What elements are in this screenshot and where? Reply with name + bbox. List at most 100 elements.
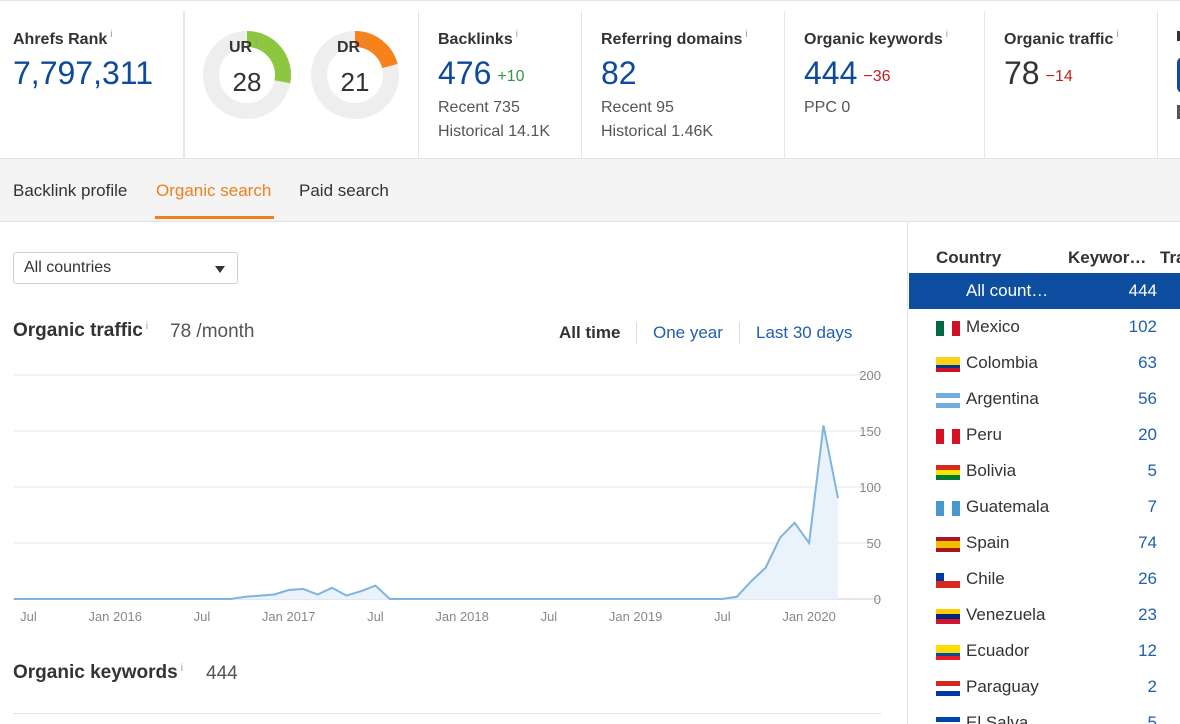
dr-label: DR xyxy=(337,39,361,56)
country-row[interactable]: Venezuela 23 xyxy=(909,597,1180,633)
metric-referring-domains: Referring domains i 82 Recent 95 Historic… xyxy=(582,11,785,159)
y-tick-label: 100 xyxy=(859,480,881,495)
country-name: All count… xyxy=(966,281,1049,300)
info-icon[interactable]: i xyxy=(363,37,365,48)
referring-domains-recent: Recent 95 xyxy=(601,99,674,116)
x-tick-label: Jul xyxy=(194,609,211,624)
country-name: Colombia xyxy=(966,353,1038,372)
country-name: Peru xyxy=(966,425,1002,444)
range-last-30-days[interactable]: Last 30 days xyxy=(756,323,852,343)
range-one-year[interactable]: One year xyxy=(653,323,723,343)
keywords-column-header[interactable]: Keywor… xyxy=(1068,248,1146,268)
traffic-area xyxy=(14,425,838,599)
country-row[interactable]: Chile 26 xyxy=(909,561,1180,597)
backlinks-historical: Historical 14.1K xyxy=(438,123,551,140)
country-row[interactable]: Ecuador 12 xyxy=(909,633,1180,669)
country-column-header[interactable]: Country xyxy=(936,248,1001,268)
ahrefs-rank-value: 7,797,311 xyxy=(13,55,153,91)
metric-organic-keywords: Organic keywords i 444 −36 PPC 0 xyxy=(785,11,985,159)
flag-icon xyxy=(936,681,960,696)
country-name: Venezuela xyxy=(966,605,1046,624)
organic-traffic-per-month: 78 /month xyxy=(170,321,255,342)
referring-domains-value[interactable]: 82 xyxy=(601,55,637,92)
metric-cutoff xyxy=(1158,11,1180,159)
metrics-bar: Ahrefs Rank i 7,797,311 UR i 28 DR i 21 Bac… xyxy=(0,0,1180,159)
x-tick-label: Jul xyxy=(714,609,731,624)
organic-traffic-title: Organic traffic xyxy=(13,320,143,341)
ppc-value: PPC 0 xyxy=(804,99,851,116)
info-icon[interactable]: i xyxy=(946,29,948,40)
divider xyxy=(13,713,881,714)
info-icon[interactable]: i xyxy=(181,663,183,674)
country-name: El Salva… xyxy=(966,713,1046,724)
tab-paid-search[interactable]: Paid search xyxy=(299,181,389,201)
country-keywords-count[interactable]: 26 xyxy=(1138,569,1157,589)
metric-ahrefs-rank: Ahrefs Rank i 7,797,311 xyxy=(13,11,184,159)
country-keywords-count[interactable]: 444 xyxy=(1129,281,1157,301)
country-keywords-count[interactable]: 12 xyxy=(1138,641,1157,661)
info-icon[interactable]: i xyxy=(255,37,257,48)
country-keywords-count[interactable]: 5 xyxy=(1148,461,1157,481)
ur-value: 28 xyxy=(232,67,262,97)
referring-domains-historical: Historical 1.46K xyxy=(601,123,714,140)
range-divider xyxy=(739,322,740,344)
country-keywords-count[interactable]: 56 xyxy=(1138,389,1157,409)
country-row[interactable]: Guatemala 7 xyxy=(909,489,1180,525)
metric-organic-traffic: Organic traffic i 78 −14 xyxy=(985,11,1158,159)
country-row[interactable]: Argentina 56 xyxy=(909,381,1180,417)
x-tick-label: Jul xyxy=(367,609,384,624)
country-name: Bolivia xyxy=(966,461,1017,480)
caret-down-icon xyxy=(215,266,225,273)
info-icon[interactable]: i xyxy=(745,29,747,40)
range-divider xyxy=(636,322,637,344)
organic-keywords-count: 444 xyxy=(206,663,238,684)
country-name: Argentina xyxy=(966,389,1039,408)
country-row[interactable]: All count… 444 xyxy=(909,273,1180,309)
ur-gauge[interactable]: UR i 28 xyxy=(201,29,293,121)
country-row[interactable]: Peru 20 xyxy=(909,417,1180,453)
country-name: Chile xyxy=(966,569,1005,588)
country-row[interactable]: Mexico 102 xyxy=(909,309,1180,345)
info-icon[interactable]: i xyxy=(516,29,518,40)
section-tabs: Backlink profile Organic search Paid sea… xyxy=(0,159,1180,222)
country-row[interactable]: Spain 74 xyxy=(909,525,1180,561)
traffic-column-header[interactable]: Tra xyxy=(1160,248,1180,268)
ahrefs-rank-label: Ahrefs Rank xyxy=(13,31,108,48)
dr-value: 21 xyxy=(340,67,370,97)
referring-domains-label: Referring domains xyxy=(601,31,743,48)
country-filter-select[interactable]: All countries xyxy=(13,252,238,284)
organic-keywords-value[interactable]: 444 xyxy=(804,55,857,91)
flag-icon xyxy=(936,393,960,408)
info-icon[interactable]: i xyxy=(1116,29,1118,40)
country-keywords-count[interactable]: 74 xyxy=(1138,533,1157,553)
flag-icon xyxy=(936,609,960,624)
country-row[interactable]: Paraguay 2 xyxy=(909,669,1180,705)
country-row[interactable]: El Salva… 5 xyxy=(909,705,1180,724)
backlinks-value[interactable]: 476 xyxy=(438,55,491,91)
dr-gauge[interactable]: DR i 21 xyxy=(309,29,401,121)
info-icon[interactable]: i xyxy=(146,321,148,332)
range-all-time[interactable]: All time xyxy=(559,323,620,343)
country-row[interactable]: Colombia 63 xyxy=(909,345,1180,381)
tab-organic-search[interactable]: Organic search xyxy=(156,181,271,201)
country-keywords-count[interactable]: 20 xyxy=(1138,425,1157,445)
y-tick-label: 50 xyxy=(867,536,881,551)
organic-traffic-delta: −14 xyxy=(1045,68,1073,85)
country-keywords-count[interactable]: 102 xyxy=(1129,317,1157,337)
country-keywords-count[interactable]: 5 xyxy=(1148,713,1157,724)
country-keywords-count[interactable]: 23 xyxy=(1138,605,1157,625)
country-keywords-count[interactable]: 2 xyxy=(1148,677,1157,697)
country-keywords-count[interactable]: 7 xyxy=(1148,497,1157,517)
country-name: Paraguay xyxy=(966,677,1039,696)
info-icon[interactable]: i xyxy=(110,29,112,40)
flag-icon xyxy=(936,501,960,516)
x-tick-label: Jan 2018 xyxy=(435,609,489,624)
country-keywords-count[interactable]: 63 xyxy=(1138,353,1157,373)
country-row[interactable]: Bolivia 5 xyxy=(909,453,1180,489)
tab-backlink-profile[interactable]: Backlink profile xyxy=(13,181,127,201)
flag-icon xyxy=(936,429,960,444)
x-tick-label: Jul xyxy=(541,609,558,624)
active-tab-indicator xyxy=(155,216,274,219)
organic-traffic-chart[interactable]: 0 50 100 150 200 Jul Jan 2016 Jul Jan 2017 Jul Jan… xyxy=(0,365,900,635)
flag-icon xyxy=(936,645,960,660)
